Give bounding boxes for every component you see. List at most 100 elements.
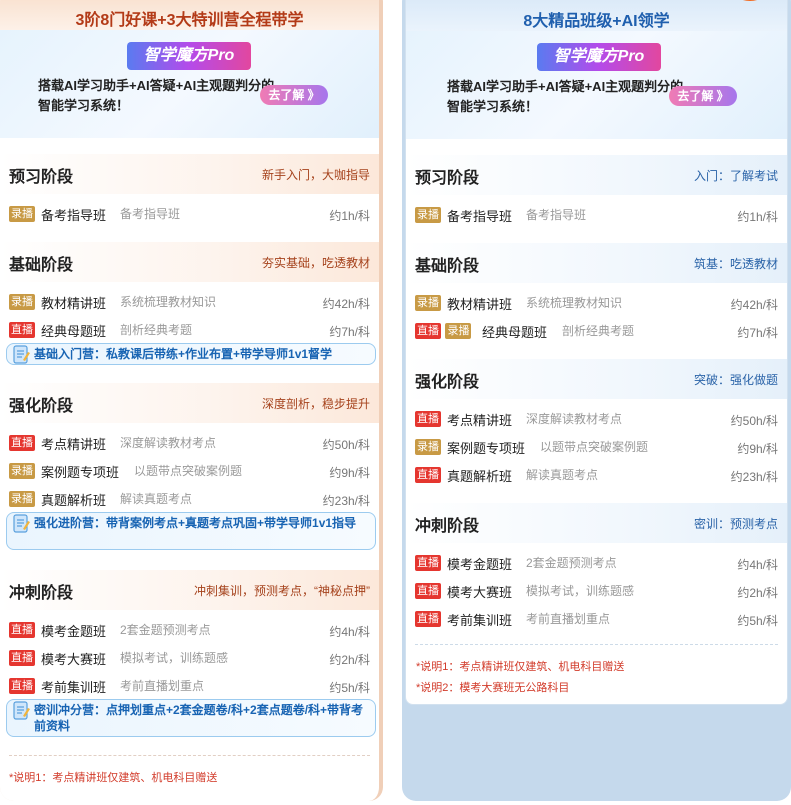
course-row[interactable]: 直播 模考金题班 2套金题预测考点 约4h/科: [0, 618, 379, 640]
course-desc: 系统梳理教材知识: [526, 296, 623, 310]
course-row[interactable]: 直播 经典母题班 剖析经典考题 约7h/科: [0, 318, 379, 340]
course-name: 真题解析班: [447, 469, 513, 484]
left-learn-more-button[interactable]: 去了解 》: [260, 85, 328, 105]
right-plan-card: 8大精品班级+AI领学 智学魔方Pro 搭载AI学习助手+AI答疑+AI主观题判…: [405, 0, 788, 705]
course-desc: 备考指导班: [120, 207, 181, 221]
stage-name: 基础阶段: [415, 258, 480, 275]
left-notes-divider: [9, 755, 370, 756]
course-hours: 约23h/科: [322, 494, 370, 508]
stage-name: 强化阶段: [415, 374, 480, 391]
course-desc: 以题带点突破案例题: [540, 440, 649, 454]
course-row[interactable]: 直播 考前集训班 考前直播划重点 约5h/科: [406, 607, 787, 629]
course-hours: 约2h/科: [737, 586, 778, 600]
left-camp-intensive[interactable]: 强化进阶营：带背案例考点+真题考点巩固+带学导师1v1指导: [6, 512, 376, 550]
right-note-1: *说明1：考点精讲班仅建筑、机电科目赠送: [416, 661, 625, 673]
right-promo-text: 搭载AI学习助手+AI答疑+AI主观题判分的智能学习系统！: [447, 79, 684, 114]
course-tag: 直播: [415, 466, 441, 483]
course-tag: 录播: [415, 206, 441, 223]
course-row[interactable]: 直播 考点精讲班 深度解读教材考点 约50h/科: [0, 431, 379, 453]
course-desc: 剖析经典考题: [120, 323, 193, 337]
course-name: 模考大赛班: [41, 652, 107, 667]
notebook-icon: [13, 701, 30, 720]
course-hours: 约5h/科: [329, 681, 370, 695]
stage-subtitle: 夯实基础，吃透教材: [261, 256, 370, 270]
course-hours: 约50h/科: [730, 414, 778, 428]
course-row[interactable]: 直播 录播 经典母题班 剖析经典考题 约7h/科: [406, 319, 787, 341]
course-name: 模考金题班: [41, 624, 107, 639]
course-hours: 约42h/科: [730, 298, 778, 312]
course-row[interactable]: 直播 模考大赛班 模拟考试，训练题感 约2h/科: [0, 646, 379, 668]
course-row[interactable]: 录播 备考指导班 备考指导班 约1h/科: [406, 203, 787, 225]
left-stage-header-basic: 基础阶段 夯实基础，吃透教材: [0, 242, 379, 282]
course-row[interactable]: 录播 案例题专项班 以题带点突破案例题 约9h/科: [0, 459, 379, 481]
course-hours: 约2h/科: [329, 653, 370, 667]
course-name: 案例题专项班: [41, 465, 120, 480]
right-plan-column: 8大精品班级+AI领学 智学魔方Pro 搭载AI学习助手+AI答疑+AI主观题判…: [402, 0, 791, 801]
course-tag: 录播: [415, 438, 441, 455]
stage-subtitle: 冲刺集训，预测考点，“神秘点押”: [194, 584, 370, 598]
course-row[interactable]: 直播 真题解析班 解读真题考点 约23h/科: [406, 463, 787, 485]
left-plan-column: 3阶8门好课+3大特训营全程带学 智学魔方Pro 搭载AI学习助手+AI答疑+A…: [0, 0, 383, 801]
left-camp-sprint[interactable]: 密训冲分营：点押划重点+2套金题卷/科+2套点题卷/科+带背考前资料: [6, 699, 376, 737]
course-desc: 解读真题考点: [526, 468, 599, 482]
stage-subtitle: 突破：强化做题: [693, 373, 778, 387]
right-notes-divider: [415, 644, 778, 645]
course-hours: 约7h/科: [329, 325, 370, 339]
left-plan-card: 3阶8门好课+3大特训营全程带学 智学魔方Pro 搭载AI学习助手+AI答疑+A…: [0, 0, 379, 801]
course-tag: 直播: [9, 677, 35, 694]
course-desc: 解读真题考点: [120, 492, 193, 506]
notebook-icon: [13, 345, 30, 364]
course-row[interactable]: 录播 教材精讲班 系统梳理教材知识 约42h/科: [0, 290, 379, 312]
course-row[interactable]: 录播 备考指导班 备考指导班 约1h/科: [0, 202, 379, 224]
course-tag: 直播: [415, 582, 441, 599]
course-name: 经典母题班: [482, 325, 548, 340]
course-tag: 录播: [9, 462, 35, 479]
course-desc: 以题带点突破案例题: [134, 464, 243, 478]
course-row[interactable]: 直播 模考金题班 2套金题预测考点 约4h/科: [406, 551, 787, 573]
stage-name: 强化阶段: [9, 398, 74, 415]
course-name: 经典母题班: [41, 324, 107, 339]
course-row[interactable]: 直播 考前集训班 考前直播划重点 约5h/科: [0, 674, 379, 696]
course-name: 案例题专项班: [447, 441, 526, 456]
course-row[interactable]: 直播 考点精讲班 深度解读教材考点 约50h/科: [406, 407, 787, 429]
course-tag: 录播: [9, 293, 35, 310]
camp-text: 强化进阶营：带背案例考点+真题考点巩固+带学导师1v1指导: [34, 516, 357, 530]
right-stage-header-sprint: 冲刺阶段 密训：预测考点: [406, 503, 787, 543]
course-row[interactable]: 录播 案例题专项班 以题带点突破案例题 约9h/科: [406, 435, 787, 457]
camp-text: 基础入门营：私教课后带练+作业布置+带学导师1v1督学: [34, 347, 333, 361]
left-camp-basic[interactable]: 基础入门营：私教课后带练+作业布置+带学导师1v1督学: [6, 343, 376, 365]
course-row[interactable]: 直播 模考大赛班 模拟考试，训练题感 约2h/科: [406, 579, 787, 601]
right-stage-header-basic: 基础阶段 筑基：吃透教材: [406, 243, 787, 283]
right-plan-title: 8大精品班级+AI领学: [523, 13, 670, 30]
right-learn-more-button[interactable]: 去了解 》: [669, 86, 737, 106]
course-name: 考点精讲班: [447, 413, 513, 428]
course-row[interactable]: 录播 教材精讲班 系统梳理教材知识 约42h/科: [406, 291, 787, 313]
left-stage-header-sprint: 冲刺阶段 冲刺集训，预测考点，“神秘点押”: [0, 570, 379, 610]
right-stage-header-preview: 预习阶段 入门：了解考试: [406, 155, 787, 195]
course-tag: 录播: [415, 294, 441, 311]
left-plan-title: 3阶8门好课+3大特训营全程带学: [75, 12, 304, 29]
course-row[interactable]: 录播 真题解析班 解读真题考点 约23h/科: [0, 487, 379, 509]
course-hours: 约1h/科: [329, 209, 370, 223]
course-tag: 直播: [415, 610, 441, 627]
stage-name: 冲刺阶段: [9, 585, 74, 602]
course-name: 模考金题班: [447, 557, 513, 572]
stage-subtitle: 密训：预测考点: [693, 517, 778, 531]
course-tag: 直播: [415, 322, 441, 339]
course-desc: 深度解读教材考点: [526, 412, 623, 426]
course-tag: 直播: [9, 649, 35, 666]
left-stage-header-preview: 预习阶段 新手入门，大咖指导: [0, 154, 379, 194]
notebook-icon: [13, 514, 30, 533]
course-tag: 直播: [415, 554, 441, 571]
course-desc: 2套金题预测考点: [120, 623, 211, 637]
course-desc: 考前直播划重点: [526, 612, 611, 626]
left-pro-label: 智学魔方Pro: [127, 42, 251, 70]
course-tag: 直播: [415, 410, 441, 427]
course-name: 真题解析班: [41, 493, 107, 508]
course-tag: 直播: [9, 321, 35, 338]
course-desc: 模拟考试，训练题感: [120, 651, 229, 665]
course-name: 备考指导班: [41, 208, 107, 223]
right-stage-header-intensive: 强化阶段 突破：强化做题: [406, 359, 787, 399]
course-hours: 约4h/科: [737, 558, 778, 572]
course-desc: 考前直播划重点: [120, 679, 205, 693]
